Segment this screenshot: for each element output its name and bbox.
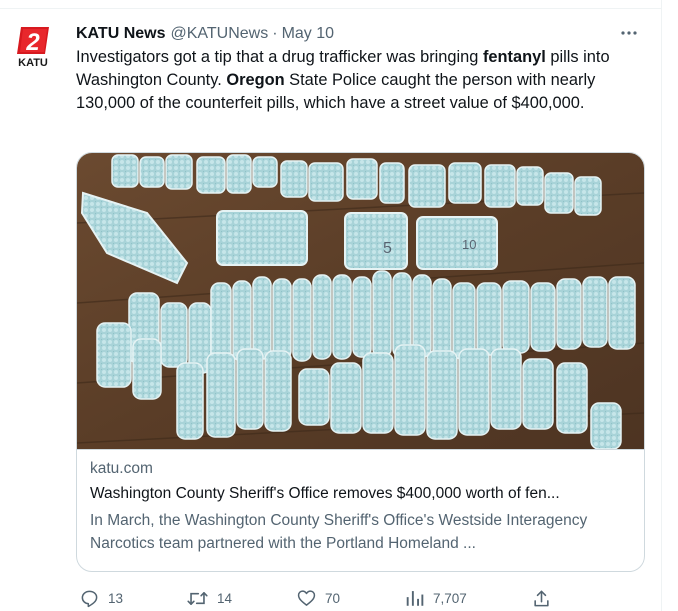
share-button[interactable] — [532, 585, 560, 611]
link-card[interactable]: 5 10 katu.com Washington County Sheriff'… — [76, 152, 645, 572]
page: 2 KATU KATU News @KATUNews · May 10 Inve… — [0, 0, 678, 611]
views-count: 7,707 — [433, 590, 467, 606]
katu-logo-icon: 2 KATU — [11, 24, 55, 68]
svg-text:5: 5 — [383, 240, 392, 257]
card-description: In March, the Washington County Sheriff'… — [90, 512, 588, 552]
card-body[interactable]: katu.com Washington County Sheriff's Off… — [77, 449, 644, 571]
reply-icon — [81, 590, 98, 607]
share-icon — [534, 590, 549, 606]
views-button[interactable]: 7,707 — [405, 585, 467, 611]
heart-icon — [297, 590, 316, 606]
retweet-button[interactable]: 14 — [187, 585, 232, 611]
svg-text:10: 10 — [462, 237, 476, 252]
author-name[interactable]: KATU News — [76, 25, 166, 43]
retweet-icon — [187, 591, 208, 605]
views-bar-chart-icon — [406, 591, 424, 606]
avatar-label: KATU — [18, 57, 48, 68]
more-options-button[interactable] — [617, 21, 641, 45]
avatar[interactable]: 2 KATU — [11, 24, 55, 68]
reply-button[interactable]: 13 — [80, 585, 123, 611]
tweet-header: KATU News @KATUNews · May 10 — [76, 23, 334, 45]
keyword-fentanyl: fentanyl — [482, 48, 546, 66]
avatar-number: 2 — [25, 29, 40, 56]
card-domain: katu.com — [90, 460, 153, 477]
tweet-text: Investigators got a tip that a drug traf… — [76, 46, 636, 115]
tweet-date[interactable]: May 10 — [282, 25, 334, 43]
card-image[interactable]: 5 10 — [77, 153, 644, 449]
retweet-count: 14 — [217, 590, 233, 606]
tweet-text-part: Investigators got a tip that a drug traf… — [76, 48, 483, 66]
tweet-actions: 13 14 70 7,707 — [76, 585, 556, 611]
author-handle[interactable]: @KATUNews — [171, 25, 269, 43]
seized-pills-photo: 5 10 — [77, 153, 644, 449]
tweet[interactable]: 2 KATU KATU News @KATUNews · May 10 Inve… — [0, 9, 661, 611]
reply-count: 13 — [108, 590, 124, 606]
card-title: Washington County Sheriff's Office remov… — [90, 485, 560, 502]
more-horizontal-icon — [621, 31, 637, 35]
separator-dot: · — [272, 25, 278, 42]
keyword-oregon: Oregon — [226, 71, 285, 89]
column-divider — [661, 0, 662, 611]
like-button[interactable]: 70 — [297, 585, 340, 611]
like-count: 70 — [325, 590, 341, 606]
